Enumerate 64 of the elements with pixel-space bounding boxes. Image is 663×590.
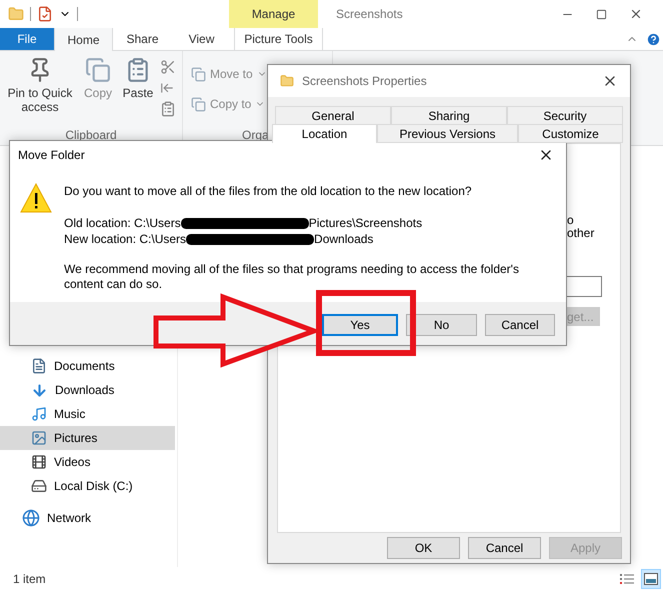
hard-drive-icon <box>31 478 47 494</box>
large-icons-view-button[interactable] <box>641 568 661 588</box>
question-text: Do you want to move all of the files from the old location to the new location? <box>64 184 473 199</box>
close-icon[interactable] <box>629 7 643 21</box>
nav-item[interactable]: Network <box>0 506 175 530</box>
advice-text: We recommend moving all of the files so that programs needing to access the folder's content can do so. <box>64 262 520 292</box>
dialog-button[interactable]: Yes <box>322 314 398 336</box>
dialog-title: Move Folder <box>18 148 86 162</box>
copy-icon <box>191 66 206 82</box>
music-note-icon <box>31 406 47 422</box>
context-header: Manage <box>229 0 318 28</box>
list-icon <box>620 572 634 584</box>
location-path: Pictures\Screenshots <box>308 215 422 231</box>
ribbon-button[interactable]: Pin to Quick access <box>4 57 76 128</box>
picture-icon <box>31 430 47 446</box>
dialog-button[interactable]: OK <box>387 537 460 559</box>
nav-label: Downloads <box>55 383 114 397</box>
nav-item[interactable]: Pictures <box>0 426 175 450</box>
maximize-icon[interactable] <box>596 8 607 20</box>
folder-icon <box>280 74 294 88</box>
nav-label: Network <box>47 511 92 525</box>
ribbon-button[interactable]: Paste <box>120 57 156 128</box>
dialog-tab[interactable]: Sharing <box>391 106 507 125</box>
description-text: other <box>567 227 596 240</box>
status-text: 1 item <box>13 572 46 586</box>
copy-icon <box>191 96 206 112</box>
scissors-icon[interactable] <box>160 59 176 75</box>
ribbon-tab[interactable]: Picture Tools <box>234 28 323 50</box>
dialog-tab[interactable]: Previous Versions <box>376 124 518 143</box>
document-icon <box>31 358 47 374</box>
group-label: Clipboard <box>65 128 117 144</box>
nav-label: Music <box>54 407 86 421</box>
nav-item[interactable]: Downloads <box>0 378 175 402</box>
dialog-tab[interactable]: Customize <box>518 124 623 143</box>
nav-label: Videos <box>54 455 90 469</box>
location-path: Downloads <box>314 231 374 247</box>
location-label: New location: C:\Users <box>64 231 186 247</box>
nav-item[interactable]: Documents <box>0 354 175 378</box>
ribbon-tab[interactable]: Home <box>54 28 113 51</box>
nav-item[interactable]: Local Disk (C:) <box>0 474 175 498</box>
window-title: Screenshots <box>336 7 403 21</box>
nav-item[interactable]: Music <box>0 402 175 426</box>
warning-icon <box>20 183 52 213</box>
download-icon <box>31 382 48 398</box>
dialog-button[interactable]: Cancel <box>485 314 555 336</box>
film-icon <box>31 454 47 470</box>
nav-item[interactable]: Videos <box>0 450 175 474</box>
picture-icon <box>644 572 658 584</box>
dialog-button[interactable]: No <box>406 314 477 336</box>
copy-icon <box>85 57 111 83</box>
nav-label: Documents <box>54 359 115 373</box>
dialog-tab[interactable]: Location <box>272 124 377 143</box>
dialog-tab[interactable]: Security <box>507 106 623 125</box>
ribbon-tab[interactable]: File <box>0 28 54 50</box>
nav-label: Pictures <box>54 431 98 445</box>
dialog-button[interactable]: Cancel <box>468 537 541 559</box>
path-field[interactable] <box>567 276 602 297</box>
window-title: Screenshots Properties <box>302 74 428 88</box>
help-icon[interactable] <box>646 32 661 46</box>
globe-icon <box>22 509 40 527</box>
location-label: Old location: C:\Users <box>64 215 181 231</box>
dialog-tab[interactable]: General <box>275 106 391 125</box>
nav-label: Local Disk (C:) <box>54 479 133 493</box>
description-text: o <box>567 214 575 227</box>
